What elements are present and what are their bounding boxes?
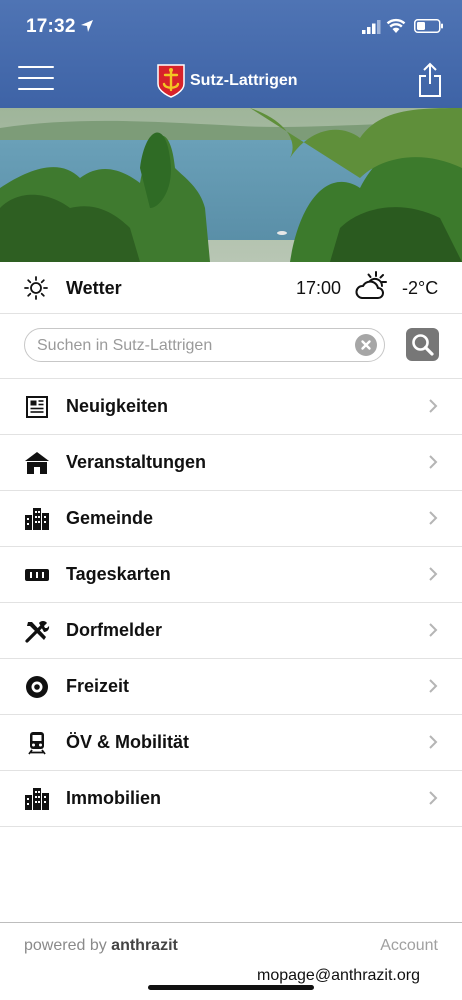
menu-item-label: Dorfmelder (66, 620, 163, 640)
chevron-right-icon (429, 623, 438, 637)
chevron-right-icon (429, 735, 438, 749)
search-input[interactable] (37, 335, 347, 357)
app-name: Sutz-Lattrigen (190, 72, 298, 89)
powered-by-text: powered by (24, 937, 107, 954)
menu-item-tageskarten[interactable]: Tageskarten (0, 547, 462, 603)
crest-logo-icon (157, 64, 185, 98)
menu-item-freizeit[interactable]: Freizeit (0, 659, 462, 715)
menu-item-label: Neuigkeiten (66, 396, 169, 416)
menu-item-label: Veranstaltungen (66, 452, 207, 472)
chevron-right-icon (429, 511, 438, 525)
share-icon[interactable] (418, 62, 442, 98)
app-footer: powered by anthrazit Account mopage@anth… (0, 922, 462, 1000)
contact-email[interactable]: mopage@anthrazit.org (257, 967, 420, 985)
location-arrow-icon (81, 20, 93, 32)
sun-icon (24, 276, 48, 300)
menu-item-label: Freizeit (66, 676, 130, 696)
chevron-right-icon (429, 567, 438, 581)
close-icon (361, 340, 371, 350)
app-brand: Sutz-Lattrigen (157, 63, 298, 99)
chevron-right-icon (429, 455, 438, 469)
menu-item-label: Tageskarten (66, 564, 171, 584)
weather-row[interactable]: Wetter 17:00 -2°C (0, 262, 462, 314)
search-icon (412, 334, 434, 356)
cellular-signal-icon (362, 20, 381, 34)
powered-by-brand: anthrazit (111, 937, 178, 954)
ticket-icon (25, 569, 49, 581)
menu-item-gemeinde[interactable]: Gemeinde (0, 491, 462, 547)
newspaper-icon (26, 396, 48, 418)
chevron-right-icon (429, 679, 438, 693)
target-icon (26, 676, 48, 698)
wifi-icon (386, 18, 406, 33)
account-link[interactable]: Account (380, 937, 438, 955)
menu-item-label: Gemeinde (66, 508, 154, 528)
menu-item-dorfmelder[interactable]: Dorfmelder (0, 603, 462, 659)
app-header: 17:32 Sutz-Lattrigen (0, 0, 462, 108)
main-menu-list: Neuigkeiten Veranstaltungen Gemeinde Tag… (0, 379, 462, 827)
home-indicator[interactable] (148, 985, 314, 990)
menu-item-neuigkeiten[interactable]: Neuigkeiten (0, 379, 462, 435)
tools-icon (25, 621, 50, 643)
weather-temperature: -2°C (402, 278, 439, 298)
status-bar: 17:32 (0, 14, 462, 44)
weather-label: Wetter (66, 278, 122, 298)
menu-item-label: Immobilien (66, 788, 162, 808)
menu-item-veranstaltungen[interactable]: Veranstaltungen (0, 435, 462, 491)
weather-time: 17:00 (296, 278, 342, 298)
search-bar (0, 315, 462, 379)
cloud-sun-icon (355, 271, 387, 299)
menu-item-label: ÖV & Mobilität (66, 732, 189, 752)
menu-item-oev-mobilitaet[interactable]: ÖV & Mobilität (0, 715, 462, 771)
tent-icon (25, 452, 49, 474)
search-field[interactable] (24, 328, 385, 362)
clear-search-button[interactable] (355, 334, 377, 356)
chevron-right-icon (429, 399, 438, 413)
battery-icon (414, 19, 443, 33)
buildings-icon (25, 788, 49, 810)
train-icon (28, 732, 46, 755)
hamburger-menu-icon[interactable] (18, 66, 54, 94)
buildings-icon (25, 508, 49, 530)
chevron-right-icon (429, 791, 438, 805)
hero-lake-image (0, 108, 462, 262)
menu-item-immobilien[interactable]: Immobilien (0, 771, 462, 827)
status-time: 17:32 (26, 16, 76, 37)
search-button[interactable] (406, 328, 439, 361)
powered-by-link[interactable]: powered by anthrazit (24, 937, 178, 955)
